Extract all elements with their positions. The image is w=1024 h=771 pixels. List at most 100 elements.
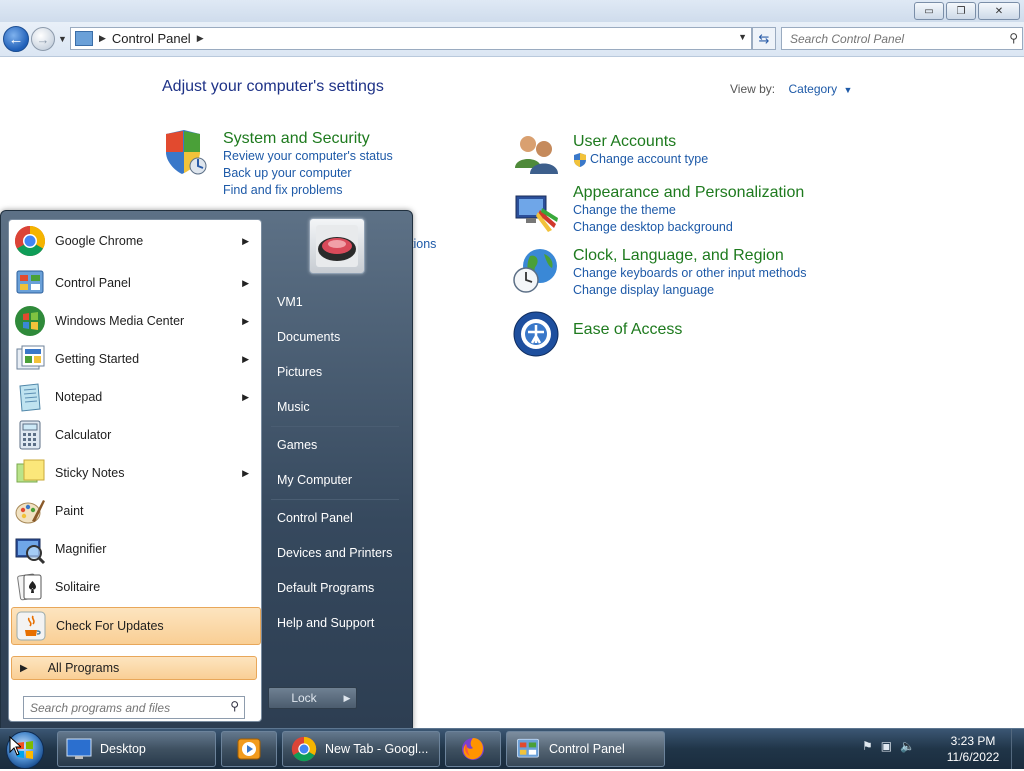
appearance-link[interactable]: Appearance and Personalization (573, 184, 804, 202)
program-magnifier[interactable]: Magnifier (11, 531, 259, 567)
address-dropdown-icon[interactable]: ▼ (738, 32, 747, 42)
partially-hidden-link[interactable]: tions (410, 237, 436, 251)
close-button[interactable]: ✕ (978, 2, 1020, 20)
media-center-icon (15, 306, 45, 336)
view-by: View by: Category ▼ (730, 82, 852, 96)
program-sticky-notes[interactable]: Sticky Notes ▶ (11, 455, 259, 491)
solitaire-icon (17, 573, 42, 601)
breadcrumb-arrow-icon[interactable]: ▶ (197, 33, 204, 44)
volume-icon[interactable]: 🔈 (900, 739, 915, 753)
refresh-icon: ⇆ (758, 30, 770, 46)
taskbar-chrome[interactable]: New Tab - Googl... (282, 731, 440, 767)
magnifier-icon (15, 538, 46, 565)
taskbar-button-label: New Tab - Googl... (325, 742, 429, 756)
change-account-type-link[interactable]: Change account type (590, 151, 708, 168)
find-fix-problems-link[interactable]: Find and fix problems (223, 182, 393, 199)
program-notepad[interactable]: Notepad ▶ (11, 379, 259, 415)
change-keyboards-link[interactable]: Change keyboards or other input methods (573, 265, 806, 282)
right-link-help-support[interactable]: Help and Support (267, 608, 402, 638)
program-label: Check For Updates (56, 619, 164, 633)
right-link-control-panel[interactable]: Control Panel (267, 503, 402, 533)
right-link-user[interactable]: VM1 (267, 287, 402, 317)
user-accounts-icon (515, 136, 558, 174)
submenu-arrow-icon[interactable]: ▶ (242, 236, 249, 247)
taskbar-media-player[interactable] (221, 731, 277, 767)
start-search-box[interactable]: ⚲ (23, 696, 245, 719)
ease-of-access-link[interactable]: Ease of Access (573, 321, 682, 339)
program-paint[interactable]: Paint (11, 493, 259, 529)
submenu-arrow-icon[interactable]: ▶ (242, 468, 249, 479)
change-background-link[interactable]: Change desktop background (573, 219, 804, 236)
view-by-dropdown[interactable]: Category (788, 82, 837, 96)
program-getting-started[interactable]: Getting Started ▶ (11, 341, 259, 377)
minimize-button[interactable]: ▭ (914, 2, 944, 20)
back-up-link[interactable]: Back up your computer (223, 165, 393, 182)
program-google-chrome[interactable]: Google Chrome ▶ (11, 223, 259, 259)
recent-pages-dropdown[interactable]: ▼ (58, 34, 67, 44)
right-link-my-computer[interactable]: My Computer (267, 465, 402, 495)
submenu-arrow-icon[interactable]: ▶ (242, 316, 249, 327)
breadcrumb-control-panel[interactable]: Control Panel (112, 31, 191, 46)
lock-button[interactable]: Lock (268, 687, 340, 709)
category-clock-language-region: Clock, Language, and Region Change keybo… (573, 247, 806, 299)
program-label: Sticky Notes (55, 466, 125, 480)
clock[interactable]: 3:23 PM 11/6/2022 (940, 733, 1006, 765)
program-calculator[interactable]: Calculator (11, 417, 259, 453)
right-link-default-programs[interactable]: Default Programs (267, 573, 402, 603)
taskbar-firefox[interactable] (445, 731, 501, 767)
right-link-documents[interactable]: Documents (267, 322, 402, 352)
refresh-button[interactable]: ⇆ (752, 27, 776, 50)
user-accounts-link[interactable]: User Accounts (573, 133, 708, 151)
submenu-arrow-icon[interactable]: ▶ (242, 278, 249, 289)
change-display-language-link[interactable]: Change display language (573, 282, 806, 299)
program-check-for-updates[interactable]: Check For Updates (11, 607, 261, 645)
clock-language-region-link[interactable]: Clock, Language, and Region (573, 247, 806, 265)
search-icon[interactable]: ⚲ (230, 699, 239, 713)
change-account-type-row[interactable]: Change account type (573, 151, 708, 168)
address-bar[interactable]: ▶ Control Panel ▶ ▼ (70, 27, 752, 50)
change-theme-link[interactable]: Change the theme (573, 202, 804, 219)
category-appearance: Appearance and Personalization Change th… (573, 184, 804, 236)
right-link-pictures[interactable]: Pictures (267, 357, 402, 387)
taskbar-control-panel[interactable]: Control Panel (506, 731, 665, 767)
taskbar-desktop[interactable]: Desktop (57, 731, 216, 767)
forward-button[interactable]: → (31, 27, 55, 51)
breadcrumb-arrow-icon[interactable]: ▶ (99, 33, 106, 44)
caption-buttons: ▭ ❐ ✕ (914, 2, 1020, 20)
search-input[interactable] (788, 30, 1002, 47)
chevron-down-icon[interactable]: ▼ (844, 85, 853, 95)
uac-shield-icon (574, 152, 586, 167)
system-and-security-link[interactable]: System and Security (223, 130, 393, 148)
user-account-picture[interactable] (309, 218, 365, 274)
paint-icon (15, 500, 45, 524)
start-search-input[interactable] (28, 699, 222, 716)
sticky-notes-icon (16, 459, 45, 483)
triangle-right-icon: ▶ (20, 662, 28, 674)
all-programs-button[interactable]: ▶ All Programs (11, 656, 257, 680)
view-by-label: View by: (730, 82, 776, 96)
restore-button[interactable]: ❐ (946, 2, 976, 20)
back-button[interactable]: ← (3, 26, 29, 52)
show-desktop-button[interactable] (1011, 729, 1024, 769)
category-system-and-security: System and Security Review your computer… (223, 130, 393, 199)
action-center-icon[interactable]: ⚑ (862, 739, 873, 753)
shutdown-options-arrow-icon[interactable]: ▶ (338, 687, 357, 709)
submenu-arrow-icon[interactable]: ▶ (242, 392, 249, 403)
network-icon[interactable]: ▣ (881, 739, 892, 753)
right-link-music[interactable]: Music (267, 392, 402, 422)
right-link-games[interactable]: Games (267, 430, 402, 460)
forward-arrow-icon: → (36, 31, 50, 47)
right-link-devices-printers[interactable]: Devices and Printers (267, 538, 402, 568)
shield-icon (166, 130, 207, 175)
java-icon (16, 611, 46, 641)
review-status-link[interactable]: Review your computer's status (223, 148, 393, 165)
search-icon[interactable]: ⚲ (1009, 31, 1018, 45)
mouse-cursor-icon (9, 736, 21, 756)
calculator-icon (19, 420, 41, 450)
notepad-icon (19, 383, 41, 412)
search-control-panel[interactable]: ⚲ (781, 27, 1023, 50)
program-solitaire[interactable]: Solitaire (11, 569, 259, 605)
submenu-arrow-icon[interactable]: ▶ (242, 354, 249, 365)
program-windows-media-center[interactable]: Windows Media Center ▶ (11, 303, 259, 339)
program-control-panel[interactable]: Control Panel ▶ (11, 265, 259, 301)
